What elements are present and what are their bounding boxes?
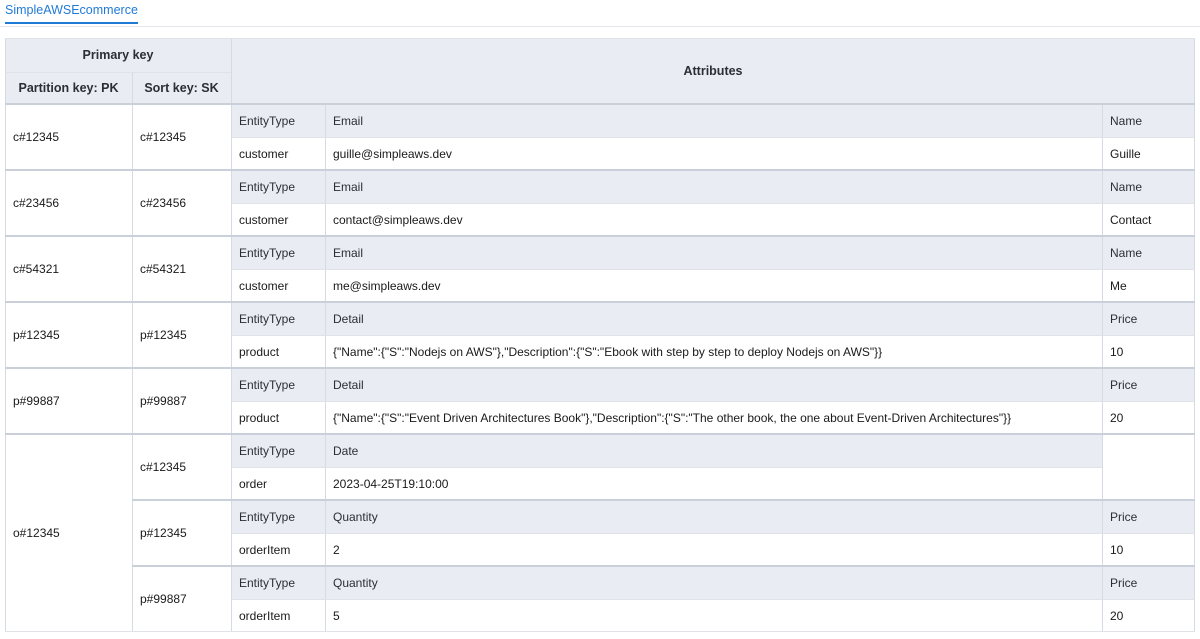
- sk-cell: c#12345: [132, 434, 231, 500]
- pk-cell: c#12345: [5, 104, 132, 170]
- attr-value: customer: [231, 203, 325, 236]
- grid-line: [132, 565, 1195, 567]
- grid-line: [5, 301, 1195, 303]
- sk-cell: p#12345: [132, 500, 231, 566]
- attr-value: Guille: [1102, 137, 1195, 170]
- attr-value: 20: [1102, 599, 1195, 632]
- attributes-header: Attributes: [231, 38, 1195, 104]
- grid-line: [5, 38, 1195, 39]
- attr-name: Email: [325, 104, 1102, 137]
- grid-line: [5, 169, 1195, 171]
- grid-line: [5, 367, 1195, 369]
- grid-line: [231, 137, 1195, 138]
- sk-cell: p#12345: [132, 302, 231, 368]
- attr-value: 2023-04-25T19:10:00: [325, 467, 1102, 500]
- grid-line: [132, 72, 133, 632]
- sk-cell: c#12345: [132, 104, 231, 170]
- attr-name: Price: [1102, 302, 1195, 335]
- attr-value: Me: [1102, 269, 1195, 302]
- sort-key-header: Sort key: SK: [132, 72, 231, 104]
- attr-value: 2: [325, 533, 1102, 566]
- grid-line: [5, 235, 1195, 237]
- attr-name: Email: [325, 170, 1102, 203]
- grid-line: [231, 401, 1195, 402]
- attr-name: EntityType: [231, 500, 325, 533]
- attr-value: 20: [1102, 401, 1195, 434]
- attr-name: EntityType: [231, 566, 325, 599]
- attr-name: EntityType: [231, 170, 325, 203]
- sk-cell: c#23456: [132, 170, 231, 236]
- grid-line: [231, 269, 1195, 270]
- grid-line: [231, 335, 1195, 336]
- attr-name: Name: [1102, 236, 1195, 269]
- attr-value: orderItem: [231, 599, 325, 632]
- attr-value: contact@simpleaws.dev: [325, 203, 1102, 236]
- attr-value: guille@simpleaws.dev: [325, 137, 1102, 170]
- tab-bar: SimpleAWSEcommerce: [0, 0, 1200, 27]
- attr-value: Contact: [1102, 203, 1195, 236]
- attr-name: EntityType: [231, 302, 325, 335]
- empty-cell: [1102, 434, 1195, 500]
- attr-value: 5: [325, 599, 1102, 632]
- attr-value: {"Name":{"S":"Event Driven Architectures…: [325, 401, 1102, 434]
- grid-line: [5, 72, 231, 73]
- pk-cell: c#23456: [5, 170, 132, 236]
- sk-cell: p#99887: [132, 566, 231, 632]
- attr-value: customer: [231, 269, 325, 302]
- attr-value: product: [231, 401, 325, 434]
- attr-name: Price: [1102, 368, 1195, 401]
- attr-name: Detail: [325, 302, 1102, 335]
- grid-line: [132, 499, 1195, 501]
- attr-value: order: [231, 467, 325, 500]
- attr-name: EntityType: [231, 368, 325, 401]
- attr-name: Name: [1102, 104, 1195, 137]
- primary-key-header: Primary key: [5, 38, 231, 72]
- attr-name: Date: [325, 434, 1102, 467]
- attr-name: Quantity: [325, 500, 1102, 533]
- attr-value: orderItem: [231, 533, 325, 566]
- attr-value: me@simpleaws.dev: [325, 269, 1102, 302]
- partition-key-header: Partition key: PK: [5, 72, 132, 104]
- grid-line: [5, 103, 1195, 105]
- attr-name: Email: [325, 236, 1102, 269]
- grid-line: [5, 433, 1195, 435]
- attr-value: {"Name":{"S":"Nodejs on AWS"},"Descripti…: [325, 335, 1102, 368]
- pk-cell: p#99887: [5, 368, 132, 434]
- grid-line: [231, 203, 1195, 204]
- grid-line: [231, 599, 1195, 600]
- attr-value: 10: [1102, 335, 1195, 368]
- grid-line: [231, 533, 1195, 534]
- attr-name: Price: [1102, 566, 1195, 599]
- attr-name: EntityType: [231, 104, 325, 137]
- attr-name: EntityType: [231, 434, 325, 467]
- sk-cell: c#54321: [132, 236, 231, 302]
- pk-cell: c#54321: [5, 236, 132, 302]
- attr-name: Name: [1102, 170, 1195, 203]
- grid-line: [5, 38, 6, 632]
- pk-cell: o#12345: [5, 434, 132, 632]
- grid-line: [231, 467, 1102, 468]
- attr-name: Quantity: [325, 566, 1102, 599]
- attr-name: Detail: [325, 368, 1102, 401]
- attr-name: Price: [1102, 500, 1195, 533]
- grid-line: [5, 631, 1195, 632]
- sk-cell: p#99887: [132, 368, 231, 434]
- pk-cell: p#12345: [5, 302, 132, 368]
- attr-value: 10: [1102, 533, 1195, 566]
- attr-name: EntityType: [231, 236, 325, 269]
- attr-value: customer: [231, 137, 325, 170]
- attr-value: product: [231, 335, 325, 368]
- tab-simpleawsecommerce[interactable]: SimpleAWSEcommerce: [5, 3, 138, 24]
